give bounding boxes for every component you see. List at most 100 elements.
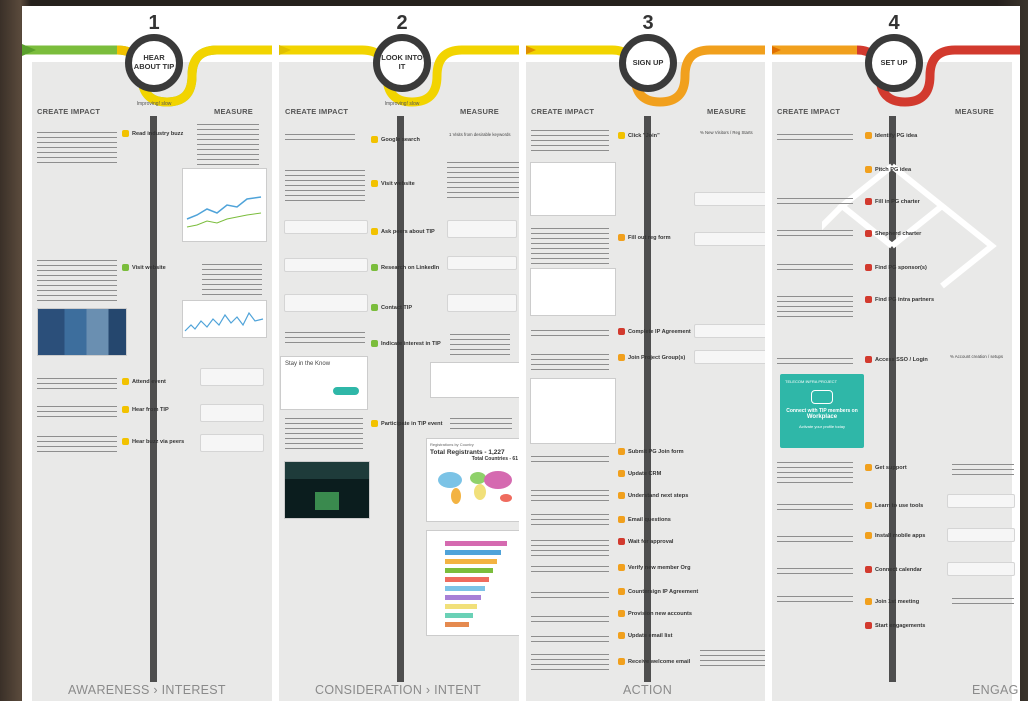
step-marker-icon [618, 564, 625, 571]
stage-2-step: Ask peers about TIP [371, 226, 435, 237]
stage-2-impact-notes-4 [285, 414, 363, 450]
stage-2-impact-notes-3 [285, 328, 365, 346]
stage-2-impact-box-3 [284, 294, 368, 312]
stage-3-step: Submit PG Join form [618, 446, 684, 457]
step-marker-icon [618, 538, 625, 545]
stage-4-step: Join 1st meeting [865, 596, 919, 607]
workplace-promo-card: TELECOM INFRA PROJECT Connect with TIP m… [780, 374, 864, 448]
stage-2-measure-notes-4 [450, 414, 512, 432]
step-label: Learn to use tools [875, 502, 924, 509]
stage-2-step: Contact TIP [371, 302, 412, 313]
stage-3-measure-notes-13 [700, 646, 766, 670]
stage-2-step: Visit website [371, 178, 415, 189]
stage-3-measure-text-1: % New Visitors / Reg Starts [700, 130, 753, 135]
step-label: Fill in PG charter [875, 198, 920, 205]
step-marker-icon [865, 598, 872, 605]
stage-2-measure-header: MEASURE [460, 107, 499, 116]
stage-2-bar-chart [426, 530, 522, 636]
step-marker-icon [122, 406, 129, 413]
stage-1-step: Visit website [122, 262, 166, 273]
bar-mark [445, 604, 477, 609]
step-marker-icon [618, 354, 625, 361]
stage-2-measure-notes-3 [450, 330, 510, 358]
stage-1-measure-box-2 [200, 404, 264, 422]
stage-4-impact-notes-3 [777, 226, 853, 240]
bar-mark [445, 559, 497, 564]
stage-2-impact-box-1 [284, 220, 368, 234]
stage-3-step: Email questions [618, 514, 671, 525]
stage-3-step: Update CRM [618, 468, 661, 479]
stage-4-step: Start engagements [865, 620, 925, 631]
step-marker-icon [865, 566, 872, 573]
step-label: Identify PG idea [875, 132, 918, 139]
stage-1-measure-header: MEASURE [214, 107, 253, 116]
stage-2-step: Indicate interest in TIP [371, 338, 441, 349]
step-label: Visit website [132, 264, 166, 271]
step-marker-icon [865, 622, 872, 629]
promo-brand: TELECOM INFRA PROJECT [785, 379, 838, 384]
bar-mark [445, 586, 485, 591]
column-divider-1 [272, 6, 279, 701]
step-marker-icon [122, 438, 129, 445]
step-label: Install mobile apps [875, 532, 926, 539]
stage-4-circle: SET UP [865, 34, 923, 92]
step-marker-icon [865, 264, 872, 271]
stage-3-step: Join Project Group(s) [618, 352, 685, 363]
registrants-map-card: Registrations by Country Total Registran… [426, 438, 522, 522]
stage-4-measure-box-1 [947, 494, 1015, 508]
step-label: Pitch PG idea [875, 166, 912, 173]
stage-4-impact-notes-2 [777, 194, 853, 208]
column-divider-3 [765, 6, 772, 701]
stage-3-step: Understand next steps [618, 490, 688, 501]
step-marker-icon [371, 340, 378, 347]
event-stage-graphic [315, 492, 339, 510]
stage-2-measure-box-2 [447, 256, 517, 270]
bar-mark [445, 577, 489, 582]
stage-3-impact-notes-1 [531, 126, 609, 152]
step-marker-icon [618, 328, 625, 335]
stage-2-impact-box-2 [284, 258, 368, 272]
stage-3-step: Provision new accounts [618, 608, 692, 619]
promo-workplace: Workplace [806, 414, 838, 420]
stage-2-step: Google search [371, 134, 420, 145]
stage-3-impact-notes-2 [531, 224, 609, 264]
registrants-total: Total Registrants - 1,227 [430, 449, 505, 456]
step-marker-icon [618, 658, 625, 665]
step-label: Wait for approval [628, 538, 674, 545]
step-label: Participate in TIP event [381, 420, 443, 427]
stage-1-traffic-chart [182, 168, 267, 242]
step-label: Understand next steps [628, 492, 689, 499]
stage-2-measure-box-3 [447, 294, 517, 312]
stage-4-impact-notes-4 [777, 260, 853, 274]
stage-3-impact-notes-13 [531, 650, 609, 674]
step-label: Complete IP Agreement [628, 328, 691, 335]
step-label: Shepherd charter [875, 230, 922, 237]
stage-4-measure-text-1: % Account creation / setups [950, 354, 1004, 359]
stage-3-impact-notes-8 [531, 536, 609, 560]
stage-3-impact-notes-4 [531, 350, 609, 374]
bar-mark [445, 541, 507, 546]
registrants-map-header: Registrations by Country [430, 442, 474, 447]
step-marker-icon [865, 296, 872, 303]
step-marker-icon [122, 130, 129, 137]
step-marker-icon [865, 532, 872, 539]
stage-4-step: Install mobile apps [865, 530, 925, 541]
customer-journey-board: 1 2 3 4 HEAR ABOUT TIP LOOK INTO IT SIGN… [22, 6, 1020, 701]
stage-2-measure-box-1 [447, 220, 517, 238]
stage-4-step: Connect calendar [865, 564, 922, 575]
step-marker-icon [371, 180, 378, 187]
step-marker-icon [865, 356, 872, 363]
step-marker-icon [618, 448, 625, 455]
stage-3-impact-notes-6 [531, 486, 609, 504]
step-label: Provision new accounts [628, 610, 693, 617]
stage-3-reg-form-thumb [530, 268, 616, 316]
stay-in-the-know-submit[interactable] [333, 387, 359, 395]
stage-4-impact-notes-6 [777, 354, 853, 368]
stage-2-impact-notes-1 [285, 130, 355, 140]
stage-2-form-thumb [430, 362, 520, 398]
stage-3-step: Update email list [618, 630, 672, 641]
stage-2-number: 2 [396, 12, 408, 34]
stage-1-impact-notes-4 [37, 402, 117, 420]
handshake-icon [811, 390, 833, 404]
step-label: Read industry buzz [132, 130, 184, 137]
